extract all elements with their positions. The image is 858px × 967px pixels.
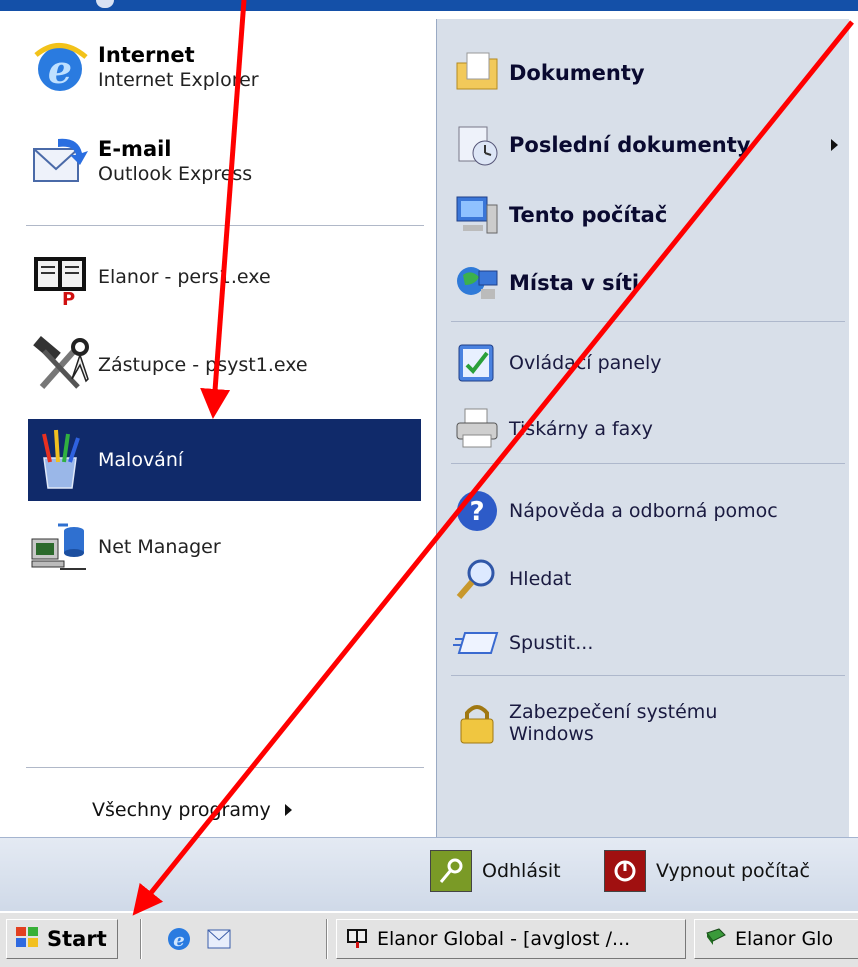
recent-item-zastupce[interactable]: Zástupce - psyst1.exe: [28, 329, 423, 401]
start-menu-footer: Odhlásit Vypnout počítač: [0, 837, 858, 912]
chevron-right-icon: [284, 804, 292, 816]
task-elanor-global-2[interactable]: Elanor Glo: [694, 919, 858, 959]
network-places-icon: [451, 251, 503, 315]
logoff-label: Odhlásit: [482, 860, 561, 882]
recent-item-net-manager[interactable]: Net Manager: [28, 511, 423, 583]
recent-documents-icon: [451, 113, 503, 177]
right-item-label: Nápověda a odborná pomoc: [509, 500, 778, 522]
elanor-book-icon: P: [28, 245, 92, 309]
pinned-item-email[interactable]: E-mail Outlook Express: [28, 129, 252, 193]
svg-text:?: ?: [469, 497, 484, 527]
quicklaunch-ie-icon[interactable]: e: [164, 923, 194, 953]
help-icon: ?: [451, 479, 503, 543]
start-menu-header: [0, 0, 858, 11]
power-icon: [604, 850, 646, 892]
right-item-label: Dokumenty: [509, 61, 645, 85]
shutdown-button[interactable]: Vypnout počítač: [604, 850, 810, 892]
right-item-label: Zabezpečení systému: [509, 701, 718, 723]
pinned-item-title: E-mail: [98, 136, 172, 161]
right-item-label: Ovládací panely: [509, 352, 662, 374]
recent-item-label: Zástupce - psyst1.exe: [98, 354, 308, 376]
control-panel-icon: [451, 331, 503, 395]
svg-text:e: e: [173, 930, 184, 951]
start-button[interactable]: Start: [6, 919, 118, 959]
search-icon: [451, 547, 503, 611]
task-label: Elanor Glo: [735, 928, 834, 950]
shutdown-label: Vypnout počítač: [656, 860, 810, 882]
quicklaunch-outlook-icon[interactable]: [204, 923, 234, 953]
right-item-tiskarny-a-faxy[interactable]: Tiskárny a faxy: [451, 397, 653, 461]
documents-folder-icon: [451, 41, 503, 105]
right-item-posledni-dokumenty[interactable]: Poslední dokumenty: [451, 113, 841, 177]
taskbar: Start e Elanor Global - [avglost /... El…: [0, 911, 858, 967]
all-programs-button[interactable]: Všechny programy: [92, 799, 292, 821]
left-separator: [26, 225, 424, 226]
hammer-wrench-icon: [28, 333, 92, 397]
left-separator-bottom: [26, 767, 424, 768]
green-disk-icon: [703, 925, 727, 953]
right-separator: [451, 321, 845, 322]
right-item-ovladaci-panely[interactable]: Ovládací panely: [451, 331, 662, 395]
right-item-label: Místa v síti: [509, 271, 640, 295]
right-item-label: Tento počítač: [509, 203, 668, 227]
recent-item-label: Net Manager: [98, 536, 221, 558]
recent-item-label: Elanor - pers1.exe: [98, 266, 271, 288]
svg-text:P: P: [62, 289, 75, 307]
pinned-item-subtitle: Internet Explorer: [98, 68, 259, 91]
task-elanor-global-1[interactable]: Elanor Global - [avglost /...: [336, 919, 686, 959]
user-avatar-edge: [96, 0, 114, 8]
svg-text:e: e: [48, 47, 72, 92]
pinned-item-internet[interactable]: e Internet Internet Explorer: [28, 35, 259, 99]
run-icon: [451, 611, 503, 675]
start-menu-left-column: e Internet Internet Explorer E-mail Outl…: [12, 19, 434, 837]
outlook-express-icon: [28, 129, 92, 193]
recent-item-elanor[interactable]: P Elanor - pers1.exe: [28, 241, 423, 313]
all-programs-label: Všechny programy: [92, 799, 271, 821]
elanor-book-icon: [345, 925, 369, 953]
right-item-label-line2: Windows: [509, 723, 594, 745]
right-item-spustit[interactable]: Spustit...: [451, 611, 593, 675]
my-computer-icon: [451, 183, 503, 247]
right-item-hledat[interactable]: Hledat: [451, 547, 571, 611]
recent-item-malovani[interactable]: Malování: [28, 419, 421, 501]
right-separator-3: [451, 675, 845, 676]
paint-brushes-icon: [28, 428, 92, 492]
taskbar-divider: [326, 919, 328, 959]
printer-icon: [451, 397, 503, 461]
right-item-label: Hledat: [509, 568, 572, 590]
right-item-zabezpeceni[interactable]: Zabezpečení systému Windows: [451, 691, 717, 755]
internet-explorer-icon: e: [28, 35, 92, 99]
right-item-label: Poslední dokumenty: [509, 133, 751, 157]
right-item-mista-v-siti[interactable]: Místa v síti: [451, 251, 639, 315]
logoff-button[interactable]: Odhlásit: [430, 850, 561, 892]
submenu-arrow-icon: [831, 139, 838, 151]
key-icon: [430, 850, 472, 892]
right-item-label: Tiskárny a faxy: [509, 418, 653, 440]
pinned-item-title: Internet: [98, 42, 195, 67]
start-label: Start: [47, 927, 107, 951]
right-item-dokumenty[interactable]: Dokumenty: [451, 41, 645, 105]
recent-item-label: Malování: [98, 449, 184, 471]
task-label: Elanor Global - [avglost /...: [377, 928, 631, 950]
right-item-label: Spustit...: [509, 632, 594, 654]
windows-logo-icon: [15, 925, 39, 953]
right-item-napoveda[interactable]: ? Nápověda a odborná pomoc: [451, 479, 778, 543]
security-lock-icon: [451, 691, 503, 755]
start-menu: e Internet Internet Explorer E-mail Outl…: [0, 11, 858, 912]
start-menu-right-column: Dokumenty Poslední dokumenty Tento počít…: [436, 19, 849, 837]
network-computer-icon: [28, 515, 92, 579]
right-separator-2: [451, 463, 845, 464]
right-item-tento-pocitac[interactable]: Tento počítač: [451, 183, 667, 247]
pinned-item-subtitle: Outlook Express: [98, 162, 253, 185]
taskbar-divider: [140, 919, 142, 959]
